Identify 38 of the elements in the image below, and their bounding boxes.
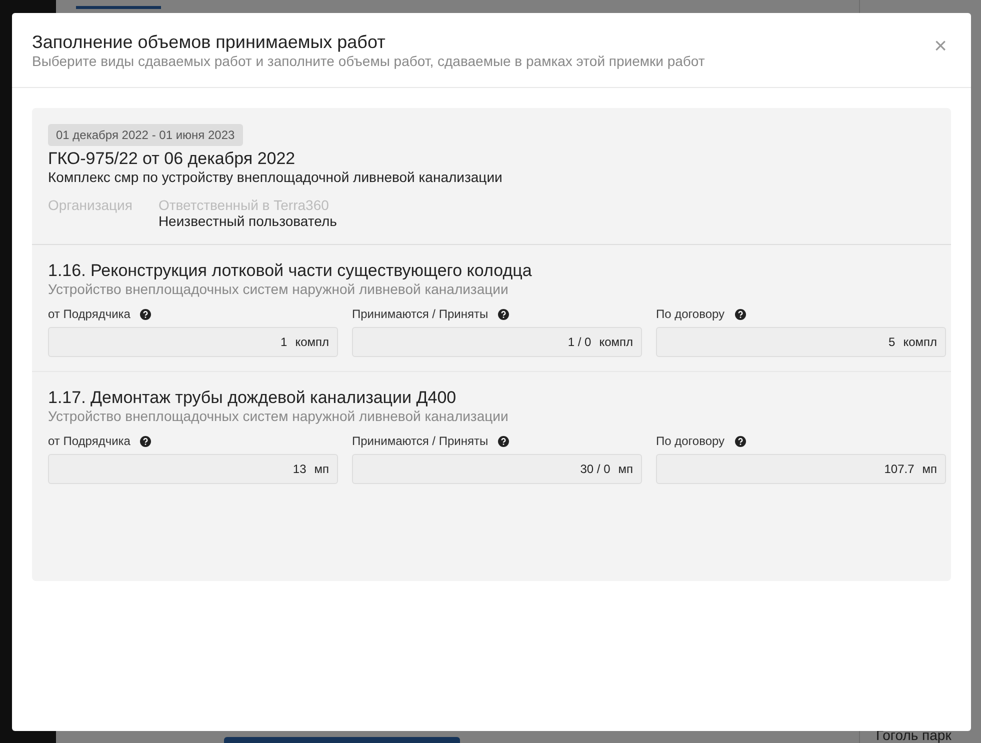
field-label: от Подрядчика bbox=[48, 434, 130, 448]
unit-label: мп bbox=[314, 462, 329, 476]
organization-label: Организация bbox=[48, 197, 132, 215]
help-icon[interactable] bbox=[498, 436, 510, 446]
unit-label: компл bbox=[599, 335, 633, 349]
unit-label: компл bbox=[295, 335, 329, 349]
unit-label: мп bbox=[618, 462, 633, 476]
help-icon[interactable] bbox=[734, 308, 746, 320]
help-icon[interactable] bbox=[498, 308, 510, 320]
list-item-text: Гоголь парк bbox=[876, 727, 952, 743]
unit-label: компл bbox=[903, 335, 937, 349]
field-value: 5 bbox=[888, 335, 896, 349]
field-value: 107.7 bbox=[884, 462, 914, 476]
modal-title: Заполнение объемов принимаемых работ bbox=[32, 31, 386, 53]
work-subtitle: Устройство внеплощадочных систем наружной ливневой канализации bbox=[48, 281, 510, 297]
contract-number: ГКО-975/22 от 06 декабря 2022 bbox=[48, 149, 296, 169]
help-icon[interactable] bbox=[140, 308, 152, 320]
responsible-value: Неизвестный пользователь bbox=[158, 213, 337, 229]
field-label: По договору bbox=[656, 307, 725, 321]
responsible-label: Ответственный в Terra360 bbox=[158, 197, 330, 213]
date-range-badge: 01 декабря 2022 - 01 июня 2023 bbox=[48, 124, 243, 146]
work-subtitle: Устройство внеплощадочных систем наружной ливневой канализации bbox=[48, 408, 510, 424]
field-value: 30 / 0 bbox=[580, 462, 610, 476]
field-value: 13 bbox=[292, 462, 306, 476]
close-button[interactable]: × bbox=[930, 35, 951, 57]
field-value: 1 / 0 bbox=[568, 335, 592, 349]
work-title: 1.16. Реконструкция лотковой части существующего колодца bbox=[48, 261, 533, 281]
field-label: от Подрядчика bbox=[48, 307, 130, 321]
field-label: Принимаются / Приняты bbox=[352, 307, 488, 321]
help-icon[interactable] bbox=[734, 436, 746, 446]
help-icon[interactable] bbox=[140, 436, 152, 446]
unit-label: мп bbox=[922, 462, 937, 476]
modal-subtitle: Выберите виды сдаваемых работ и заполните объемы работ, сдаваемые в рамках этой приемки работ bbox=[32, 53, 705, 70]
work-title: 1.17. Демонтаж трубы дождевой канализации Д400 bbox=[48, 388, 458, 408]
field-value: 1 bbox=[280, 335, 288, 349]
field-label: Принимаются / Приняты bbox=[352, 434, 488, 448]
contract-description: Комплекс смр по устройству внеплощадочной ливневой канализации bbox=[48, 169, 504, 185]
field-label: По договору bbox=[656, 434, 725, 448]
